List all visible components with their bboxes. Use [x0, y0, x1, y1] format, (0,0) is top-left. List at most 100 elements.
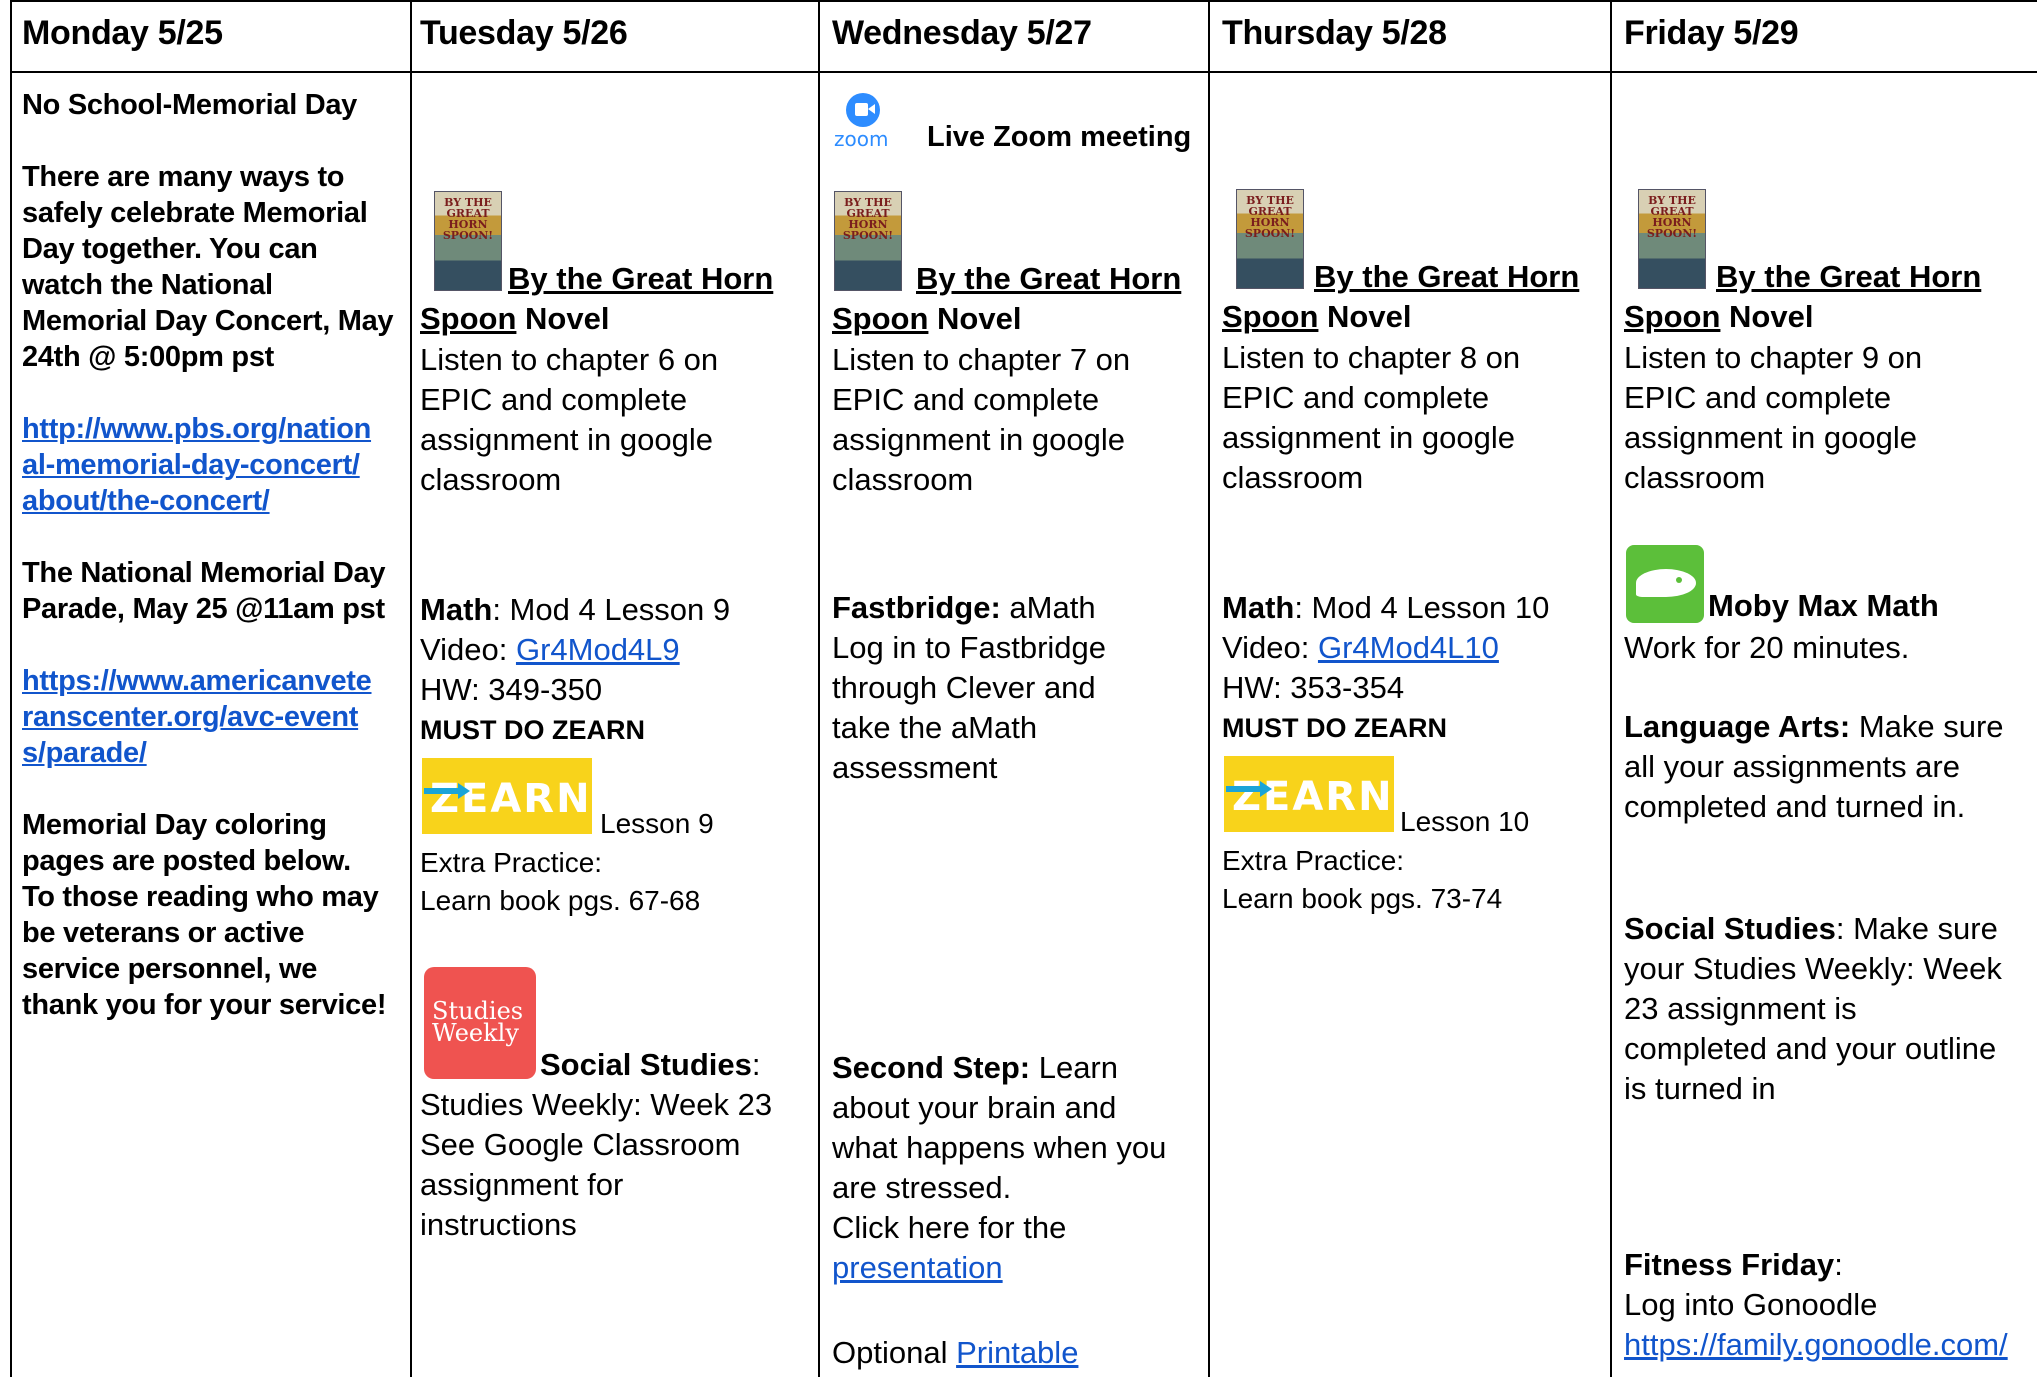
- social-studies-block: Social Studies: Make sure your Studies W…: [1624, 909, 2002, 1109]
- link-line[interactable]: http://www.pbs.org/nation: [22, 411, 371, 447]
- text-line: Listen to chapter 6 on: [420, 342, 719, 377]
- moby-max-icon: [1626, 545, 1704, 623]
- text-line: Log into Gonoodle: [1624, 1287, 1878, 1322]
- text-line: about your brain and: [832, 1090, 1117, 1125]
- text-line: Listen to chapter 8 on: [1222, 340, 1521, 375]
- monday-paragraph-coloring: Memorial Day coloring pages are posted b…: [22, 807, 351, 879]
- language-arts-block: Language Arts: Make sure all your assign…: [1624, 707, 2004, 827]
- social-studies-heading: Social Studies: Make sure: [1624, 909, 2002, 949]
- book-title-link[interactable]: By the Great Horn: [916, 261, 1181, 297]
- header-tuesday: Tuesday 5/26: [420, 14, 628, 52]
- text-line: through Clever and: [832, 670, 1096, 705]
- fastbridge-text: aMath: [1000, 590, 1096, 625]
- math-text: : Mod 4 Lesson 10: [1294, 590, 1550, 625]
- reading-assignment: Listen to chapter 6 on EPIC and complete…: [420, 340, 718, 500]
- book-cover-icon: BY THE GREAT HORN SPOON!: [1236, 189, 1304, 289]
- book-title-line2: Spoon Novel: [832, 301, 1021, 337]
- book-title-link[interactable]: By the Great Horn: [508, 261, 773, 297]
- header-thursday: Thursday 5/28: [1222, 14, 1447, 52]
- text-line: be veterans or active: [22, 917, 305, 949]
- book-title-line2: Spoon Novel: [1624, 299, 1813, 335]
- reading-assignment: Listen to chapter 8 on EPIC and complete…: [1222, 338, 1520, 498]
- text-line: Listen to chapter 7 on: [832, 342, 1131, 377]
- math-label: Math: [420, 592, 493, 627]
- homework-line: HW: 353-354: [1222, 670, 1405, 705]
- zearn-lesson: Lesson 9: [600, 808, 714, 839]
- text-line: See Google Classroom: [420, 1127, 741, 1162]
- monday-paragraph-thanks: To those reading who may be veterans or …: [22, 879, 386, 1023]
- text-line: take the aMath: [832, 710, 1038, 745]
- book-title-line2: Spoon Novel: [420, 301, 609, 337]
- text-line: Studies Weekly: Week 23: [420, 1087, 773, 1122]
- novel-label: Novel: [928, 301, 1022, 336]
- fastbridge-label: Fastbridge:: [832, 590, 1001, 625]
- text-line: completed and turned in.: [1624, 789, 1966, 824]
- reading-assignment: Listen to chapter 7 on EPIC and complete…: [832, 340, 1130, 500]
- presentation-link[interactable]: presentation: [832, 1248, 1166, 1288]
- optional-printable: Optional Printable: [832, 1333, 1078, 1373]
- parade-link[interactable]: https://www.americanvete ranscenter.org/…: [22, 663, 372, 771]
- book-title-link[interactable]: Spoon: [1624, 299, 1720, 334]
- column-divider: [1208, 0, 1210, 1377]
- zearn-must: MUST DO ZEARN: [1222, 713, 1447, 743]
- text-line: assignment for: [420, 1167, 624, 1202]
- column-divider: [818, 0, 820, 1377]
- printable-link[interactable]: Printable: [956, 1335, 1078, 1370]
- text-line: watch the National: [22, 269, 273, 301]
- language-arts-label: Language Arts:: [1624, 709, 1851, 744]
- book-cover-icon: BY THE GREAT HORN SPOON!: [434, 191, 502, 291]
- gonoodle-link[interactable]: https://family.gonoodle.com/: [1624, 1325, 2008, 1365]
- book-title-link[interactable]: By the Great Horn: [1716, 259, 1981, 295]
- text-line: Memorial Day coloring: [22, 809, 327, 841]
- language-arts-text: Make sure: [1850, 709, 2004, 744]
- text-line: is turned in: [1624, 1071, 1776, 1106]
- studies-weekly-icon: Studies Weekly: [424, 967, 536, 1079]
- text-line: 24th @ 5:00pm pst: [22, 341, 275, 373]
- text-line: all your assignments are: [1624, 749, 1960, 784]
- zearn-must: MUST DO ZEARN: [420, 715, 645, 745]
- social-studies-heading: Social Studies:: [540, 1047, 761, 1083]
- book-title-link[interactable]: Spoon: [832, 301, 928, 336]
- book-title-link[interactable]: Spoon: [1222, 299, 1318, 334]
- concert-link[interactable]: http://www.pbs.org/nation al-memorial-da…: [22, 411, 371, 519]
- link-line[interactable]: https://www.americanvete: [22, 663, 372, 699]
- extra-practice: Extra Practice: Learn book pgs. 67-68: [420, 844, 700, 920]
- text-line: thank you for your service!: [22, 989, 387, 1021]
- text-line: Day together. You can: [22, 233, 318, 265]
- header-monday: Monday 5/25: [22, 14, 223, 52]
- fitness-friday-label: Fitness Friday: [1624, 1247, 1835, 1282]
- novel-label: Novel: [1318, 299, 1412, 334]
- colon: :: [1834, 1247, 1843, 1282]
- text-line: There are many ways to: [22, 161, 345, 193]
- language-arts-heading: Language Arts: Make sure: [1624, 707, 2004, 747]
- column-divider: [1610, 0, 1612, 1377]
- text-line: EPIC and complete: [420, 382, 688, 417]
- extra-practice: Extra Practice: Learn book pgs. 73-74: [1222, 842, 1502, 918]
- fitness-friday-heading: Fitness Friday:: [1624, 1245, 2008, 1285]
- link-line[interactable]: al-memorial-day-concert/: [22, 447, 371, 483]
- monday-no-school: No School-Memorial Day: [22, 89, 358, 121]
- book-title-link[interactable]: By the Great Horn: [1314, 259, 1579, 295]
- book-title-link[interactable]: Spoon: [420, 301, 516, 336]
- monday-paragraph-parade: The National Memorial Day Parade, May 25…: [22, 555, 385, 627]
- text-line: classroom: [1624, 460, 1766, 495]
- social-studies-label: Social Studies: [540, 1047, 752, 1082]
- link-line[interactable]: s/parade/: [22, 735, 372, 771]
- text-line: classroom: [832, 462, 974, 497]
- social-studies-text: Studies Weekly: Week 23 See Google Class…: [420, 1085, 772, 1245]
- text-line: safely celebrate Memorial: [22, 197, 368, 229]
- text-line: pages are posted below.: [22, 845, 351, 877]
- video-link[interactable]: Gr4Mod4L9: [516, 632, 680, 667]
- text-line: what happens when you: [832, 1130, 1167, 1165]
- link-line[interactable]: ranscenter.org/avc-event: [22, 699, 372, 735]
- text-line: assessment: [832, 750, 998, 785]
- text-line: assignment in google: [1624, 420, 1917, 455]
- link-line[interactable]: about/the-concert/: [22, 483, 371, 519]
- text-line: Click here for the: [832, 1210, 1067, 1245]
- zoom-meeting-text: Live Zoom meeting: [927, 121, 1192, 153]
- video-link[interactable]: Gr4Mod4L10: [1318, 630, 1499, 665]
- zearn-logo-icon: ZEARN: [422, 758, 592, 834]
- text-line: Extra Practice:: [1222, 845, 1405, 876]
- text-line: Learn book pgs. 67-68: [420, 885, 701, 916]
- video-label: Video:: [420, 632, 516, 667]
